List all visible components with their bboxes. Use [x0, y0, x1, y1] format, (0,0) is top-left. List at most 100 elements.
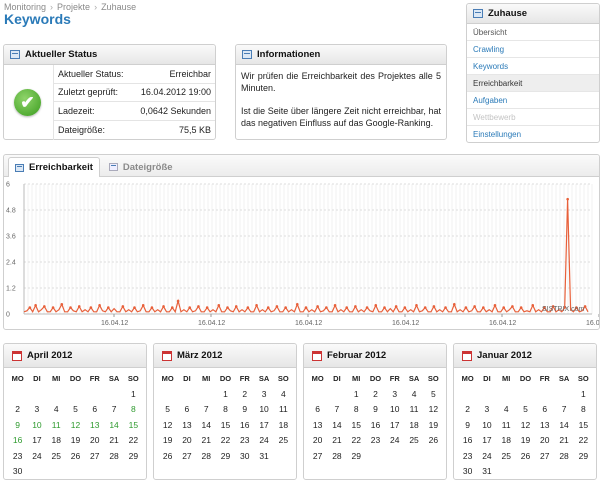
calendar-day[interactable]: 6	[85, 402, 104, 418]
calendar-day[interactable]: 20	[85, 433, 104, 449]
calendar-day[interactable]: 17	[477, 433, 496, 449]
calendar-day[interactable]: 1	[574, 387, 593, 403]
calendar-day[interactable]: 18	[47, 433, 66, 449]
calendar-day[interactable]: 3	[254, 387, 273, 403]
calendar-day[interactable]: 26	[158, 449, 177, 465]
calendar-day[interactable]: 13	[177, 418, 196, 434]
calendar-day[interactable]: 17	[385, 418, 404, 434]
calendar-day[interactable]: 21	[104, 433, 123, 449]
calendar-day[interactable]: 26	[66, 449, 85, 465]
calendar-day[interactable]: 2	[8, 402, 27, 418]
nav-item-crawling[interactable]: Crawling	[467, 41, 599, 58]
calendar-day[interactable]: 28	[327, 449, 346, 465]
calendar-day[interactable]: 6	[177, 402, 196, 418]
calendar-day[interactable]: 25	[47, 449, 66, 465]
calendar-day[interactable]: 14	[197, 418, 216, 434]
calendar-day[interactable]: 23	[458, 449, 477, 465]
calendar-day[interactable]: 13	[535, 418, 554, 434]
calendar-day[interactable]: 16	[8, 433, 27, 449]
calendar-day[interactable]: 7	[554, 402, 573, 418]
calendar-day[interactable]: 1	[347, 387, 366, 403]
calendar-day[interactable]: 5	[516, 402, 535, 418]
calendar-day[interactable]: 5	[66, 402, 85, 418]
calendar-day[interactable]: 1	[124, 387, 143, 403]
calendar-day[interactable]: 4	[47, 402, 66, 418]
calendar-day[interactable]: 18	[274, 418, 293, 434]
calendar-day[interactable]: 28	[197, 449, 216, 465]
calendar-day[interactable]: 9	[366, 402, 385, 418]
calendar-day[interactable]: 9	[235, 402, 254, 418]
calendar-day[interactable]: 30	[235, 449, 254, 465]
calendar-day[interactable]: 14	[554, 418, 573, 434]
calendar-day[interactable]: 8	[574, 402, 593, 418]
calendar-day[interactable]: 20	[535, 433, 554, 449]
calendar-day[interactable]: 4	[404, 387, 423, 403]
calendar-day[interactable]: 27	[85, 449, 104, 465]
calendar-day[interactable]: 16	[458, 433, 477, 449]
calendar-day[interactable]: 9	[458, 418, 477, 434]
calendar-day[interactable]: 13	[85, 418, 104, 434]
calendar-day[interactable]: 8	[216, 402, 235, 418]
calendar-day[interactable]: 19	[516, 433, 535, 449]
tab-dateigroesse[interactable]: Dateigröße	[102, 157, 180, 176]
calendar-day[interactable]: 14	[104, 418, 123, 434]
calendar-day[interactable]: 18	[404, 418, 423, 434]
calendar-day[interactable]: 19	[158, 433, 177, 449]
calendar-day[interactable]: 19	[424, 418, 443, 434]
calendar-day[interactable]: 2	[366, 387, 385, 403]
calendar-day[interactable]: 8	[124, 402, 143, 418]
calendar-day[interactable]: 22	[216, 433, 235, 449]
calendar-day[interactable]: 20	[308, 433, 327, 449]
calendar-day[interactable]: 16	[366, 418, 385, 434]
calendar-day[interactable]: 10	[27, 418, 46, 434]
calendar-day[interactable]: 11	[497, 418, 516, 434]
calendar-day[interactable]: 29	[124, 449, 143, 465]
calendar-day[interactable]: 4	[497, 402, 516, 418]
calendar-day[interactable]: 21	[197, 433, 216, 449]
calendar-day[interactable]: 27	[308, 449, 327, 465]
calendar-day[interactable]: 2	[458, 402, 477, 418]
calendar-day[interactable]: 10	[254, 402, 273, 418]
calendar-day[interactable]: 26	[424, 433, 443, 449]
calendar-day[interactable]: 15	[347, 418, 366, 434]
calendar-day[interactable]: 27	[535, 449, 554, 465]
calendar-day[interactable]: 28	[104, 449, 123, 465]
calendar-day[interactable]: 25	[404, 433, 423, 449]
calendar-day[interactable]: 27	[177, 449, 196, 465]
calendar-day[interactable]: 14	[327, 418, 346, 434]
calendar-day[interactable]: 12	[66, 418, 85, 434]
calendar-day[interactable]: 23	[366, 433, 385, 449]
calendar-day[interactable]: 10	[385, 402, 404, 418]
nav-item-aufgaben[interactable]: Aufgaben	[467, 92, 599, 109]
calendar-day[interactable]: 7	[197, 402, 216, 418]
calendar-day[interactable]: 12	[516, 418, 535, 434]
calendar-day[interactable]: 10	[477, 418, 496, 434]
calendar-day[interactable]: 6	[308, 402, 327, 418]
calendar-day[interactable]: 11	[47, 418, 66, 434]
calendar-day[interactable]: 22	[574, 433, 593, 449]
calendar-day[interactable]: 21	[554, 433, 573, 449]
calendar-day[interactable]: 29	[216, 449, 235, 465]
calendar-day[interactable]: 21	[327, 433, 346, 449]
calendar-day[interactable]: 2	[235, 387, 254, 403]
calendar-day[interactable]: 23	[8, 449, 27, 465]
calendar-day[interactable]: 7	[104, 402, 123, 418]
calendar-day[interactable]: 15	[216, 418, 235, 434]
calendar-day[interactable]: 6	[535, 402, 554, 418]
calendar-day[interactable]: 19	[66, 433, 85, 449]
calendar-day[interactable]: 24	[27, 449, 46, 465]
tab-erreichbarkeit[interactable]: Erreichbarkeit	[8, 157, 100, 177]
calendar-day[interactable]: 20	[177, 433, 196, 449]
calendar-day[interactable]: 25	[274, 433, 293, 449]
nav-item-übersicht[interactable]: Übersicht	[467, 24, 599, 41]
calendar-day[interactable]: 3	[477, 402, 496, 418]
calendar-day[interactable]: 31	[254, 449, 273, 465]
calendar-day[interactable]: 18	[497, 433, 516, 449]
calendar-day[interactable]: 15	[574, 418, 593, 434]
calendar-day[interactable]: 24	[254, 433, 273, 449]
calendar-day[interactable]: 29	[347, 449, 366, 465]
calendar-day[interactable]: 4	[274, 387, 293, 403]
calendar-day[interactable]: 12	[424, 402, 443, 418]
calendar-day[interactable]: 3	[385, 387, 404, 403]
calendar-day[interactable]: 5	[424, 387, 443, 403]
